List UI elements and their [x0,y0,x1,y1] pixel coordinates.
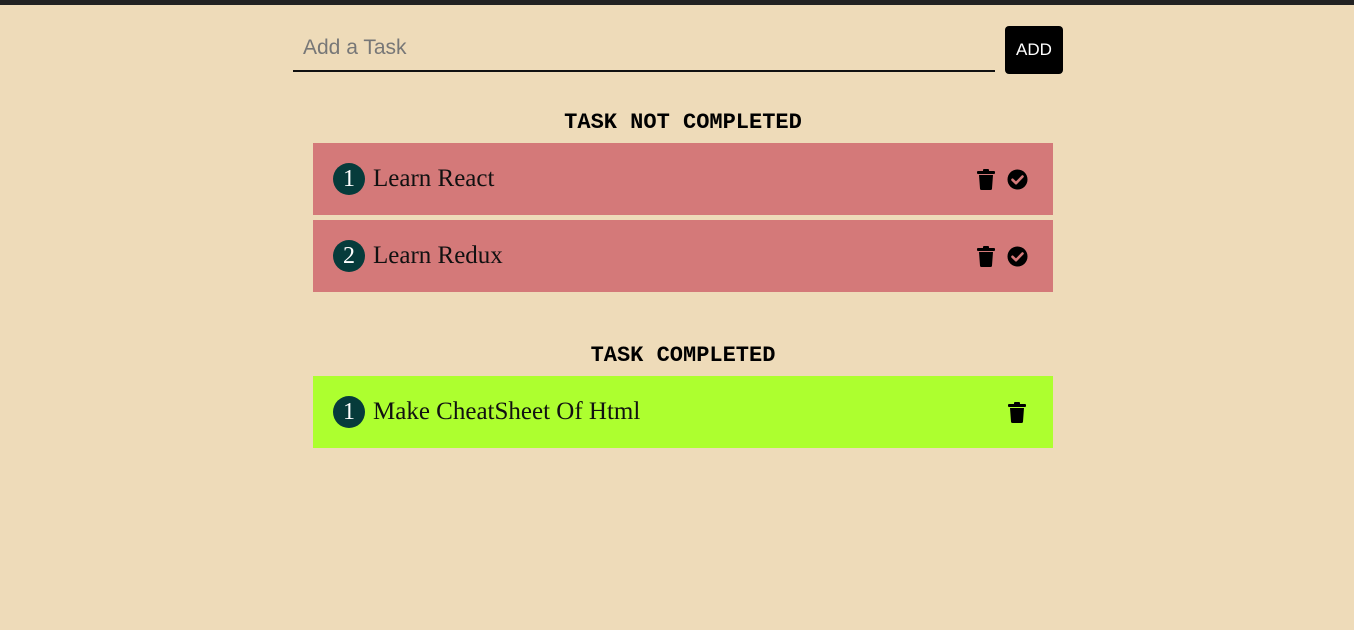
trash-icon[interactable] [975,245,997,267]
task-text: Learn Redux [373,242,503,269]
trash-icon[interactable] [975,168,997,190]
add-task-form: ADD [293,26,1063,74]
section-heading-completed: TASK COMPLETED [590,343,776,368]
task-input[interactable] [293,26,995,72]
task-text: Learn React [373,165,495,192]
task-number-badge: 1 [333,396,365,428]
trash-icon[interactable] [1006,401,1028,423]
add-button[interactable]: ADD [1005,26,1063,74]
check-circle-icon[interactable] [1006,245,1028,267]
task-number-badge: 2 [333,240,365,272]
task-number-badge: 1 [333,163,365,195]
task-text: Make CheatSheet Of Html [373,398,641,425]
section-heading-not-completed: TASK NOT COMPLETED [564,110,802,135]
top-border [0,0,1354,5]
completed-task-row: 1 Make CheatSheet Of Html [313,376,1053,448]
pending-task-row: 1 Learn React [313,143,1053,215]
pending-task-row: 2 Learn Redux [313,220,1053,292]
check-circle-icon[interactable] [1006,168,1028,190]
